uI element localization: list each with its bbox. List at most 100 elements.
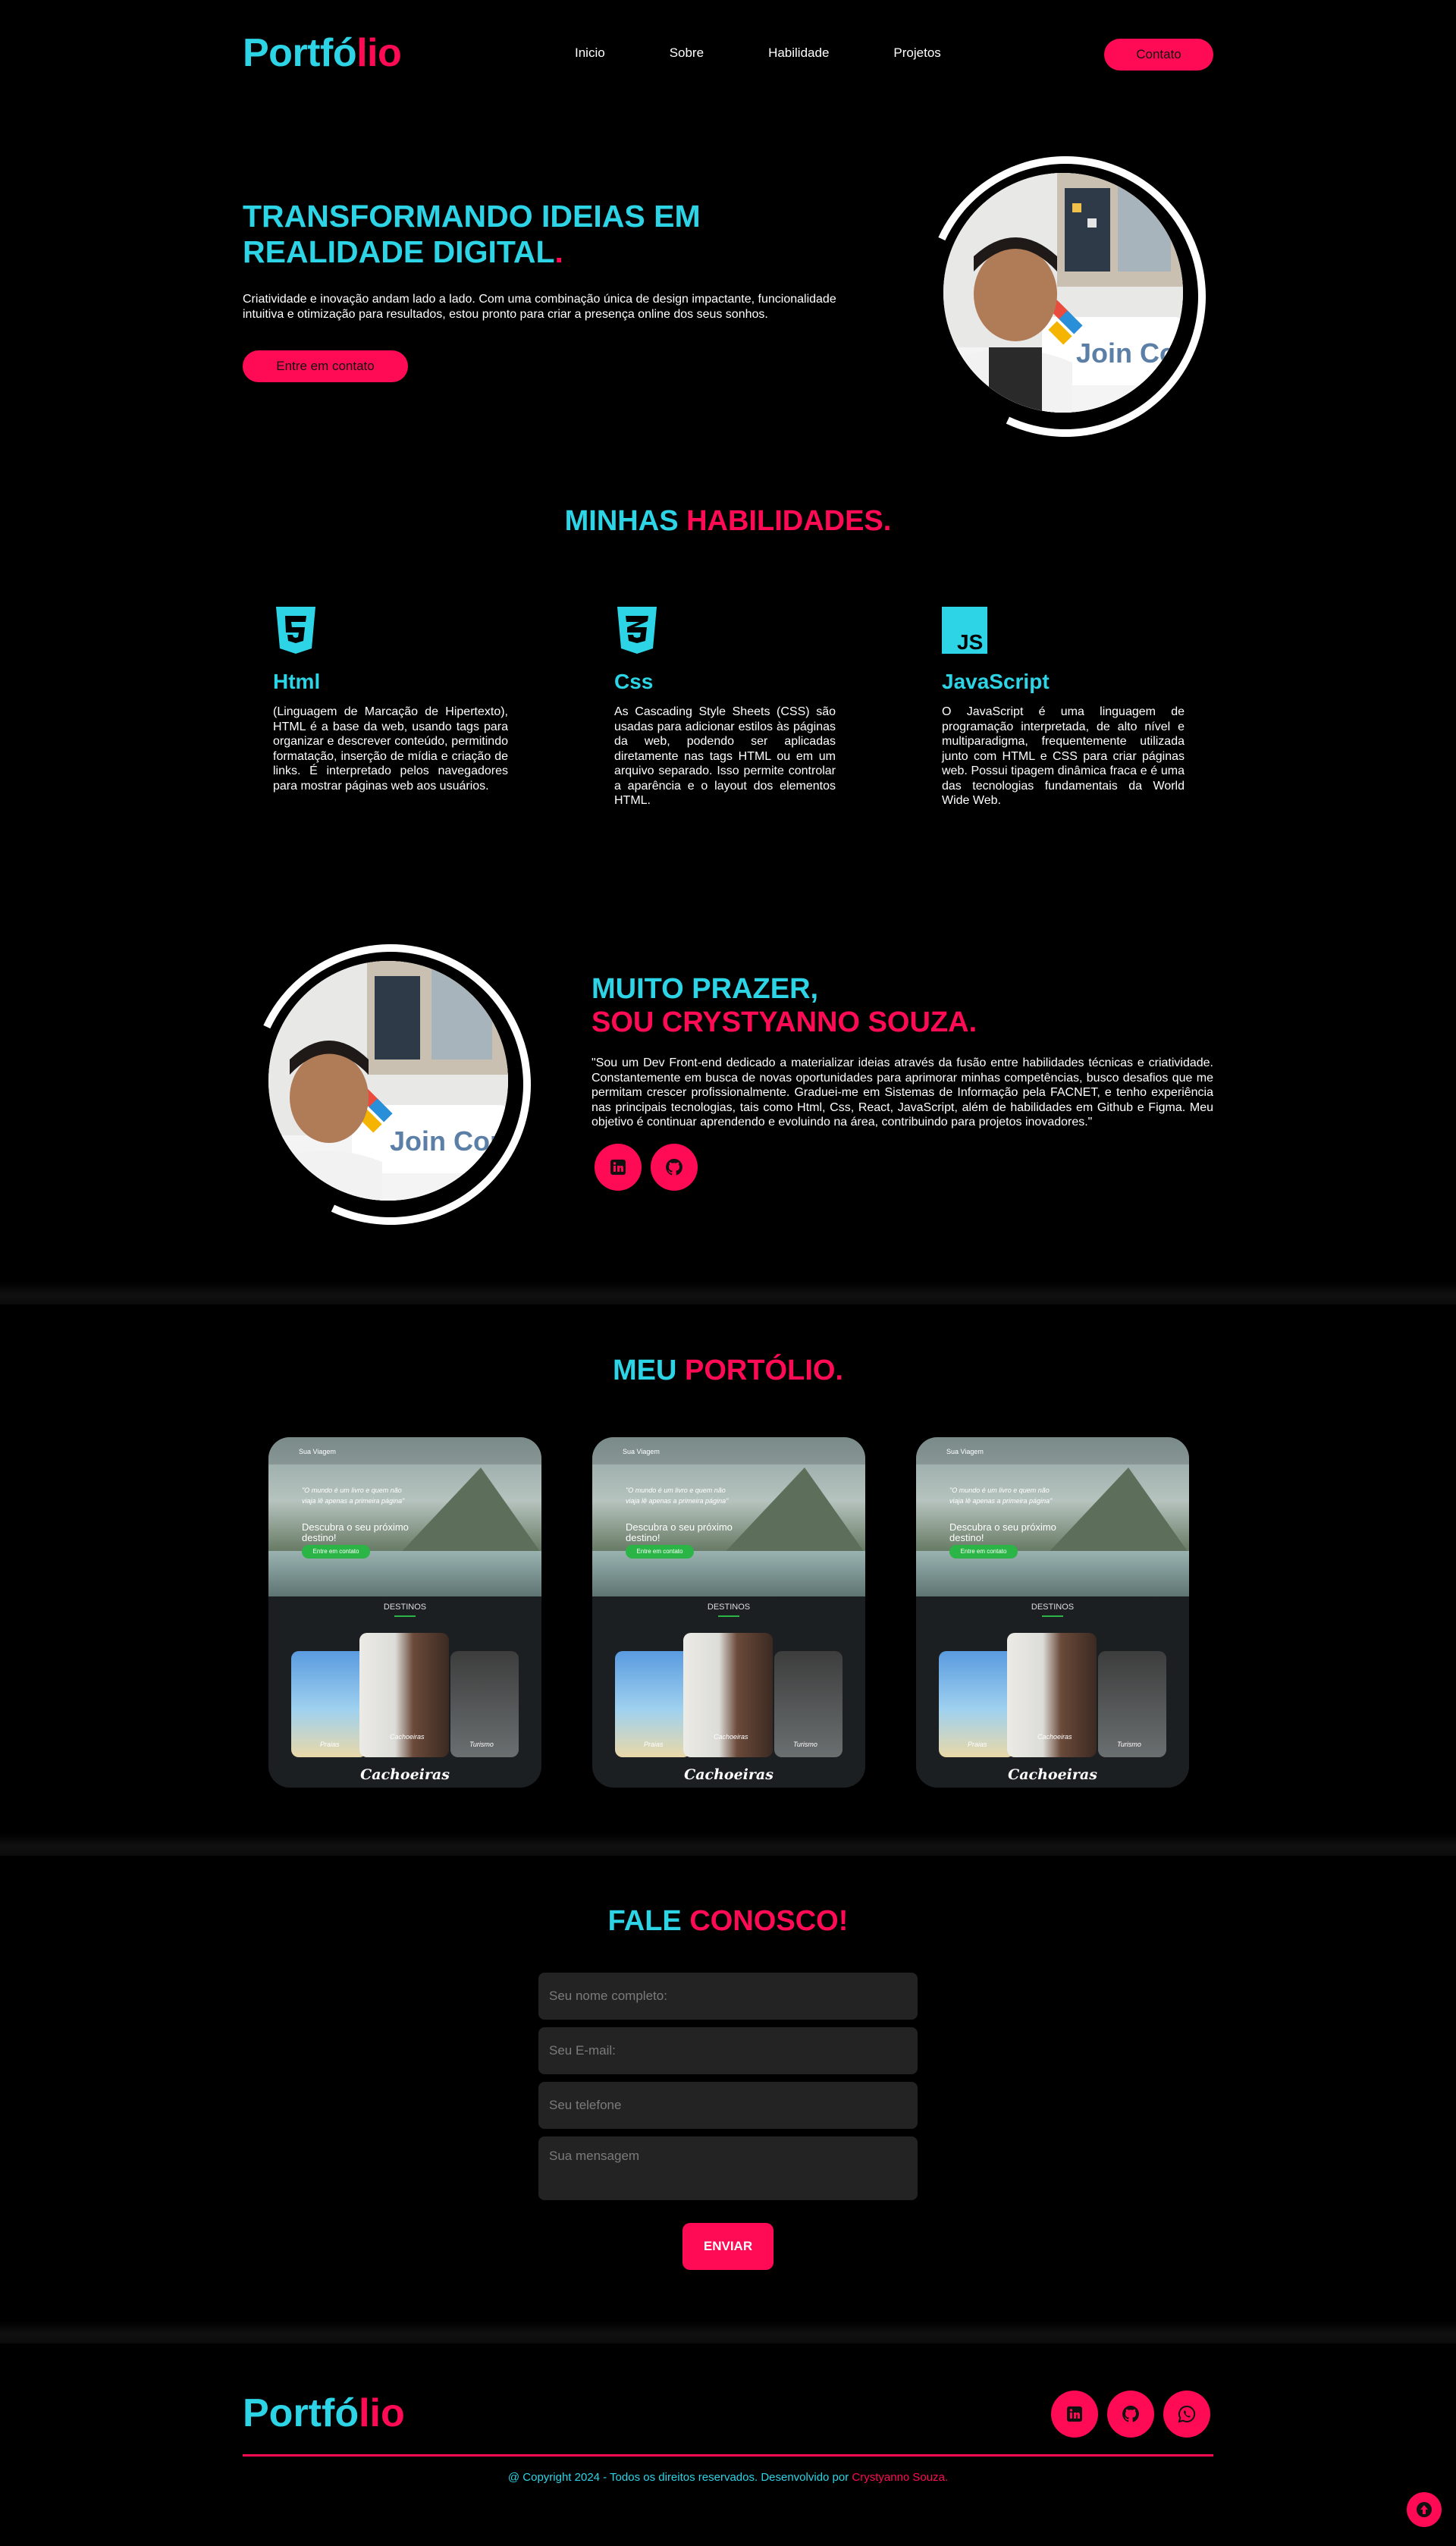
logo-part-2: lio <box>356 31 402 75</box>
portfolio-card[interactable]: Sua Viagem "O mundo é um livro e quem nã… <box>592 1437 865 1788</box>
main-nav: Inicio Sobre Habilidade Projetos <box>575 46 941 61</box>
nav-item-inicio[interactable]: Inicio <box>575 46 605 61</box>
card-tile-label: Praias <box>968 1741 987 1748</box>
skills-title-part-1: MINHAS <box>564 505 679 537</box>
section-divider <box>0 1833 1456 1856</box>
contact-button[interactable]: Contato <box>1104 39 1213 71</box>
html5-icon <box>276 607 315 654</box>
skill-card-html: Html (Linguagem de Marcação de Hipertext… <box>273 607 508 793</box>
contact-title: FALE CONOSCO! <box>0 1905 1456 1938</box>
skill-name: Css <box>614 670 654 693</box>
hero-title-line-2: REALIDADE DIGITAL <box>243 234 555 270</box>
skill-description: O JavaScript é uma linguagem de programa… <box>942 705 1185 808</box>
portfolio-title-part-1: MEU <box>612 1355 677 1386</box>
footer-github-button[interactable] <box>1107 2391 1154 2438</box>
contact-title-part-2: CONOSCO! <box>689 1905 849 1937</box>
about-title: MUITO PRAZER, SOU CRYSTYANNO SOUZA. <box>592 972 977 1040</box>
github-icon <box>1122 2406 1139 2422</box>
card-tile-label: Cachoeiras <box>714 1733 748 1741</box>
logo-part-2: lio <box>359 2391 405 2435</box>
card-tile-label: Cachoeiras <box>390 1733 425 1741</box>
section-divider <box>0 1282 1456 1304</box>
skill-description: As Cascading Style Sheets (CSS) são usad… <box>614 705 836 808</box>
css3-icon <box>617 607 657 654</box>
skill-card-javascript: JS JavaScript O JavaScript é uma linguag… <box>942 607 1185 808</box>
card-brand: Sua Viagem <box>946 1448 984 1455</box>
portfolio-title: MEU PORTÓLIO. <box>0 1355 1456 1387</box>
card-tile-label: Turismo <box>469 1741 494 1748</box>
card-caption: Cachoeiras <box>684 1766 774 1783</box>
profile-photo: Join Commu <box>268 961 508 1201</box>
portfolio-card[interactable]: Sua Viagem "O mundo é um livro e quem nã… <box>268 1437 541 1788</box>
arrow-up-icon <box>1417 2502 1432 2517</box>
github-button[interactable] <box>651 1144 698 1191</box>
card-tile-label: Praias <box>644 1741 664 1748</box>
whatsapp-icon <box>1178 2405 1196 2423</box>
svg-text:JS: JS <box>957 630 983 654</box>
phone-field[interactable] <box>538 2082 918 2129</box>
card-caption: Cachoeiras <box>1008 1766 1097 1783</box>
author-link[interactable]: Crystyanno Souza. <box>852 2471 948 2484</box>
nav-item-projetos[interactable]: Projetos <box>893 46 940 61</box>
footer-whatsapp-button[interactable] <box>1163 2391 1210 2438</box>
portfolio-card[interactable]: Sua Viagem "O mundo é um livro e quem nã… <box>916 1437 1189 1788</box>
hero-contact-button[interactable]: Entre em contato <box>243 350 408 382</box>
portfolio-title-part-2: PORTÓLIO. <box>685 1355 843 1386</box>
card-headline: Descubra o seu próximo destino! <box>949 1521 1056 1544</box>
card-section-label: DESTINOS <box>707 1603 751 1612</box>
message-field[interactable] <box>538 2136 918 2200</box>
skill-card-css: Css As Cascading Style Sheets (CSS) são … <box>614 607 836 808</box>
site-logo[interactable]: Portfólio <box>243 30 402 76</box>
card-section-label: DESTINOS <box>383 1603 427 1612</box>
card-quote: "O mundo é um livro e quem não viaja lê … <box>302 1486 405 1505</box>
site-header: Portfólio Inicio Sobre Habilidade Projet… <box>0 0 1456 108</box>
card-cta: Entre em contato <box>949 1545 1018 1559</box>
skills-title-part-2: HABILIDADES. <box>686 505 892 537</box>
skills-title: MINHAS HABILIDADES. <box>0 505 1456 538</box>
copyright-notice: @ Copyright 2024 - Todos os direitos res… <box>507 2471 852 2484</box>
footer-logo[interactable]: Portfólio <box>243 2391 405 2436</box>
card-tile-label: Cachoeiras <box>1037 1733 1072 1741</box>
footer-divider <box>243 2454 1213 2457</box>
github-icon <box>666 1159 682 1176</box>
nav-item-habilidade[interactable]: Habilidade <box>768 46 829 61</box>
card-cta: Entre em contato <box>302 1545 370 1559</box>
javascript-icon: JS <box>942 607 987 654</box>
card-caption: Cachoeiras <box>360 1766 450 1783</box>
skill-name: Html <box>273 670 321 693</box>
hero-text: Criatividade e inovação andam lado a lad… <box>243 293 836 321</box>
logo-part-1: Portfó <box>243 31 357 75</box>
linkedin-button[interactable] <box>595 1144 642 1191</box>
hero-portrait: Join Commu <box>885 116 1246 477</box>
card-headline: Descubra o seu próximo destino! <box>626 1521 733 1544</box>
linkedin-icon <box>1067 2406 1082 2422</box>
name-field[interactable] <box>538 1973 918 2020</box>
about-title-line-2: SOU CRYSTYANNO SOUZA. <box>592 1006 977 1039</box>
nav-item-sobre[interactable]: Sobre <box>670 46 704 61</box>
card-tile-label: Turismo <box>1117 1741 1141 1748</box>
back-to-top-button[interactable] <box>1407 2492 1442 2527</box>
copyright-text: @ Copyright 2024 - Todos os direitos res… <box>0 2471 1456 2484</box>
about-portrait: Join Commu <box>210 904 571 1265</box>
contact-title-part-1: FALE <box>607 1905 682 1937</box>
card-quote: "O mundo é um livro e quem não viaja lê … <box>626 1486 729 1505</box>
card-section-underline <box>1042 1615 1063 1617</box>
hero-title-line-1: TRANSFORMANDO IDEIAS EM <box>243 199 701 234</box>
card-quote: "O mundo é um livro e quem não viaja lê … <box>949 1486 1053 1505</box>
skill-name: JavaScript <box>942 670 1050 693</box>
card-section-label: DESTINOS <box>1031 1603 1075 1612</box>
card-brand: Sua Viagem <box>299 1448 336 1455</box>
email-field[interactable] <box>538 2027 918 2074</box>
card-section-underline <box>394 1615 416 1617</box>
card-cta: Entre em contato <box>626 1545 694 1559</box>
card-tile-label: Praias <box>320 1741 340 1748</box>
logo-part-1: Portfó <box>243 2391 359 2435</box>
skill-description: (Linguagem de Marcação de Hipertexto), H… <box>273 705 508 793</box>
about-text: "Sou um Dev Front-end dedicado a materia… <box>592 1056 1213 1129</box>
section-divider <box>0 2321 1456 2344</box>
send-button[interactable]: ENVIAR <box>682 2223 774 2270</box>
hero-title-dot: . <box>554 234 563 270</box>
footer-linkedin-button[interactable] <box>1051 2391 1098 2438</box>
profile-photo: Join Commu <box>943 173 1183 413</box>
hero-title: TRANSFORMANDO IDEIAS EM REALIDADE DIGITA… <box>243 199 774 270</box>
